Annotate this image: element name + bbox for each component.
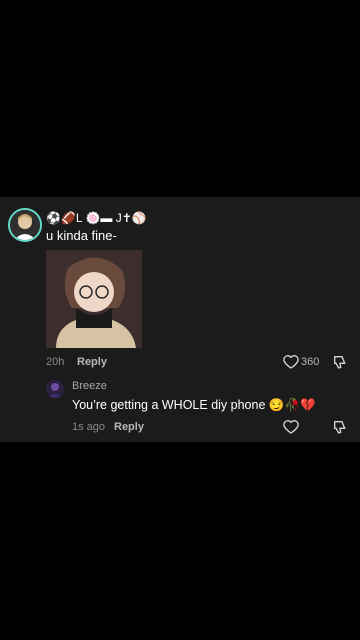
- commenter-avatar[interactable]: [8, 208, 42, 242]
- heart-icon[interactable]: [283, 419, 299, 435]
- reply-text: You’re getting a WHOLE diy phone 😏🥀💔: [72, 398, 316, 412]
- comment-reply-button[interactable]: Reply: [77, 356, 107, 368]
- reply-reply-button[interactable]: Reply: [114, 421, 144, 433]
- comment-timestamp: 20h: [46, 356, 65, 368]
- reply-username[interactable]: Breeze: [72, 380, 107, 392]
- heart-icon[interactable]: [283, 354, 299, 370]
- dislike-icon[interactable]: [332, 354, 348, 370]
- comment-image[interactable]: [46, 250, 142, 348]
- reply-timestamp: 1s ago: [72, 421, 106, 433]
- comment-text: u kinda fine-: [46, 228, 117, 243]
- commenter-username[interactable]: ⚽🏈L 🍥▬ J✝⚾: [46, 210, 147, 226]
- reply-avatar[interactable]: [46, 380, 64, 398]
- dislike-icon[interactable]: [332, 419, 348, 435]
- like-count: 360: [301, 356, 320, 368]
